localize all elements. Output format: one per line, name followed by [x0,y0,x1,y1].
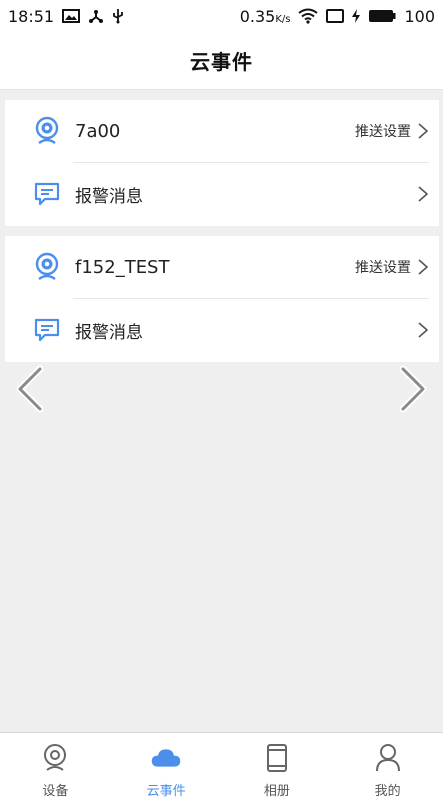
tab-devices[interactable]: 设备 [0,733,111,803]
network-speed: 0.35K/s [240,7,291,26]
message-icon [32,315,62,345]
device-row[interactable]: f152_TEST 推送设置 [5,236,439,298]
title-bar: 云事件 [0,32,443,90]
push-settings-link[interactable]: 推送设置 [355,121,411,141]
previous-arrow-icon[interactable] [12,365,46,413]
device-card: f152_TEST 推送设置 报警消息 [5,236,439,362]
chevron-right-icon [418,186,429,202]
tab-label: 相册 [263,784,290,799]
device-name: f152_TEST [75,256,170,278]
device-card: 7a00 推送设置 报警消息 [5,100,439,226]
alarm-messages-row[interactable]: 报警消息 [5,163,439,225]
bottom-tab-bar: 设备 云事件 相册 我的 [0,732,443,803]
share-notification-icon [88,8,104,24]
battery-level: 100 [404,6,435,26]
tab-profile[interactable]: 我的 [332,733,443,803]
alarm-messages-label: 报警消息 [75,186,143,207]
cloud-icon [151,743,181,773]
page-title: 云事件 [190,50,253,74]
chevron-right-icon [418,259,429,275]
tab-label: 设备 [42,784,69,799]
content-area: 7a00 推送设置 报警消息 f152_TEST 推送设置 报警消息 [0,90,443,732]
usb-icon [112,8,124,24]
speed-unit: K/s [275,13,291,25]
chevron-right-icon [418,322,429,338]
status-time: 18:51 [8,6,55,26]
tab-album[interactable]: 相册 [222,733,333,803]
device-row[interactable]: 7a00 推送设置 [5,100,439,162]
next-arrow-icon[interactable] [397,365,431,413]
chevron-right-icon [418,123,429,139]
image-notification-icon [62,8,81,24]
charging-icon [352,9,361,23]
push-settings-link[interactable]: 推送设置 [355,257,411,277]
sim-icon [326,9,345,23]
tab-label: 我的 [374,784,401,799]
camera-icon [32,252,62,282]
device-pin-icon [40,743,70,773]
alarm-messages-row[interactable]: 报警消息 [5,299,439,361]
profile-icon [373,743,403,773]
camera-icon [32,116,62,146]
device-name: 7a00 [75,120,121,142]
status-bar: 18:51 0.35K/s 100 [0,0,443,32]
wifi-icon [298,8,319,24]
battery-icon [368,9,396,23]
speed-value: 0.35 [239,6,276,26]
alarm-messages-label: 报警消息 [75,322,143,343]
message-icon [32,179,62,209]
tab-cloud-events[interactable]: 云事件 [111,733,222,803]
tab-label: 云事件 [146,784,186,799]
album-icon [262,743,292,773]
